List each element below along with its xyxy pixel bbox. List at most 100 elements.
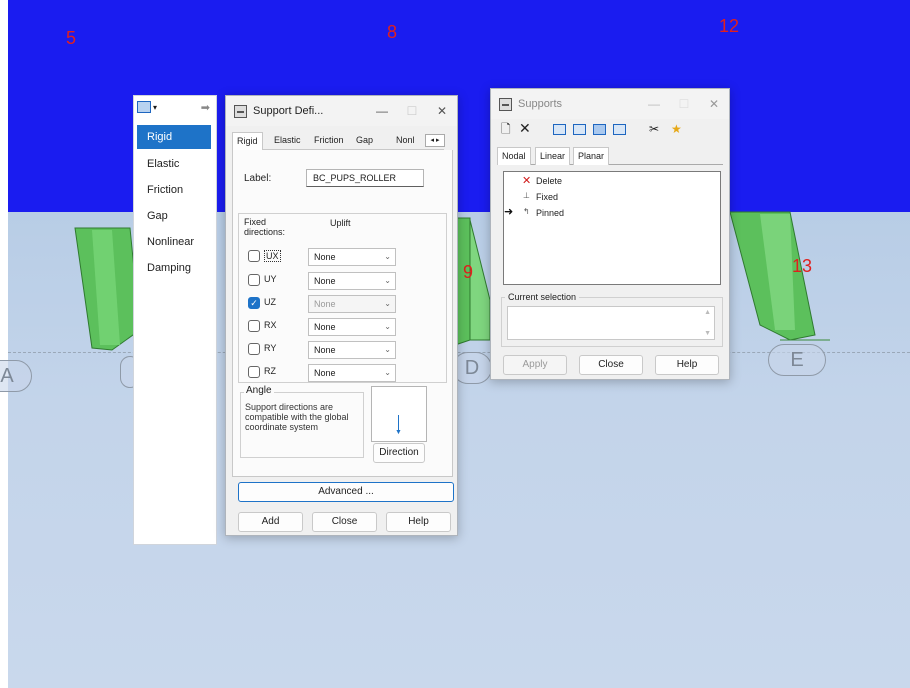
close-icon[interactable]: ✕: [699, 97, 729, 111]
tab-friction[interactable]: Friction: [310, 132, 348, 150]
node-number: 12: [719, 16, 740, 36]
grid-bubble-d: D: [452, 352, 492, 384]
scroll-up-icon[interactable]: ▲: [704, 309, 711, 316]
node-number: 13: [792, 256, 813, 276]
list-view-icon[interactable]: [593, 124, 606, 135]
scroll-down-icon[interactable]: ▼: [704, 330, 711, 337]
supports-list[interactable]: ✕ Delete ⊥ Fixed ➜ ↰ Pinned: [503, 171, 721, 285]
chevron-down-icon: ⌄: [384, 345, 391, 354]
direction-preview: ▼: [371, 386, 427, 442]
current-selection-field[interactable]: ▲ ▼: [507, 306, 715, 340]
support-type-panel: ▾ ➡ Rigid Elastic Friction Gap Nonlinear…: [133, 95, 217, 545]
current-selection-label: Current selection: [505, 292, 580, 302]
menu-item-elastic[interactable]: Elastic: [137, 152, 211, 176]
tab-elastic[interactable]: Elastic: [270, 132, 305, 150]
advanced-button[interactable]: Advanced ...: [238, 482, 454, 502]
label-field[interactable]: BC_PUPS_ROLLER: [306, 169, 424, 187]
tab-scroll-arrows[interactable]: ◂ ▸: [425, 134, 445, 147]
titlebar[interactable]: Support Defi... — ☐ ✕: [226, 96, 457, 126]
angle-description: Support directions are compatible with t…: [245, 402, 349, 432]
grid-bubble-a: A: [0, 360, 32, 392]
large-icons-icon[interactable]: [553, 124, 566, 135]
support-type-icon[interactable]: [137, 101, 151, 113]
uy-uplift-select[interactable]: None ⌄: [308, 272, 396, 290]
add-button[interactable]: Add: [238, 512, 303, 532]
ry-uplift-value: None: [314, 345, 336, 355]
chevron-down-icon: ⌄: [384, 299, 391, 308]
rz-checkbox[interactable]: [248, 366, 260, 378]
ux-label: UX: [264, 250, 281, 262]
list-item-fixed[interactable]: Fixed: [536, 192, 558, 202]
arrow-right-icon[interactable]: ➡: [201, 101, 210, 114]
dropdown-arrow-icon[interactable]: ▾: [153, 103, 157, 112]
ry-label: RY: [264, 343, 277, 353]
rx-uplift-select[interactable]: None ⌄: [308, 318, 396, 336]
help-button[interactable]: Help: [655, 355, 719, 375]
new-document-icon[interactable]: 🗋: [501, 122, 511, 136]
list-item-pinned[interactable]: Pinned: [536, 208, 564, 218]
menu-item-rigid[interactable]: Rigid: [137, 125, 211, 149]
folder-icon[interactable]: ★: [671, 122, 682, 136]
maximize-button[interactable]: ☐: [397, 104, 427, 118]
rx-checkbox[interactable]: [248, 320, 260, 332]
delete-x-icon: ✕: [522, 175, 532, 187]
close-button[interactable]: Close: [312, 512, 377, 532]
tab-bar: Rigid Elastic Friction Gap Nonl ◂ ▸: [232, 132, 445, 150]
chevron-down-icon: ⌄: [384, 322, 391, 331]
small-icons-icon[interactable]: [573, 124, 586, 135]
chevron-down-icon: ⌄: [384, 276, 391, 285]
menu-item-damping[interactable]: Damping: [137, 256, 211, 280]
supports-window: Supports — ☐ ✕ 🗋 ✕ ✂ ★ Nodal Linear Plan…: [490, 88, 730, 380]
list-item-delete[interactable]: Delete: [536, 176, 562, 186]
fixed-support-icon: ⊥: [523, 191, 530, 200]
details-view-icon[interactable]: [613, 124, 626, 135]
app-icon: [499, 97, 512, 111]
node-number: 5: [66, 28, 77, 48]
minimize-button[interactable]: —: [367, 104, 397, 118]
tab-nodal[interactable]: Nodal: [497, 147, 531, 165]
node-number: 9: [463, 262, 474, 282]
arrow-head: ▼: [395, 429, 402, 436]
ux-uplift-value: None: [314, 252, 336, 262]
menu-item-nonlinear[interactable]: Nonlinear: [137, 230, 211, 254]
uy-uplift-value: None: [314, 276, 336, 286]
tab-nonlinear[interactable]: Nonl: [392, 132, 419, 150]
uz-checkbox[interactable]: ✓: [248, 297, 260, 309]
panel-toolbar: ▾ ➡: [134, 96, 216, 118]
maximize-button[interactable]: ☐: [669, 97, 699, 111]
menu-item-friction[interactable]: Friction: [137, 178, 211, 202]
uplift-label: Uplift: [330, 218, 351, 228]
ry-checkbox[interactable]: [248, 343, 260, 355]
direction-button[interactable]: Direction: [373, 443, 425, 463]
minimize-button[interactable]: —: [639, 97, 669, 111]
tab-planar[interactable]: Planar: [573, 147, 610, 165]
rz-label: RZ: [264, 366, 276, 376]
window-title: Supports: [518, 98, 563, 110]
close-icon[interactable]: ✕: [427, 104, 457, 118]
pinned-support-icon: ↰: [523, 207, 530, 216]
rz-uplift-value: None: [314, 368, 336, 378]
tab-gap[interactable]: Gap: [352, 132, 377, 150]
dialog-title: Support Defi...: [253, 105, 324, 117]
close-button[interactable]: Close: [579, 355, 643, 375]
uy-checkbox[interactable]: [248, 274, 260, 286]
uz-label: UZ: [264, 297, 276, 307]
help-button[interactable]: Help: [386, 512, 451, 532]
grid-bubble-e: E: [768, 344, 826, 376]
delete-icon[interactable]: ✕: [519, 121, 531, 135]
ry-uplift-select[interactable]: None ⌄: [308, 341, 396, 359]
rz-uplift-select[interactable]: None ⌄: [308, 364, 396, 382]
rx-label: RX: [264, 320, 277, 330]
support-definition-dialog: Support Defi... — ☐ ✕ Rigid Elastic Fric…: [225, 95, 458, 536]
apply-button: Apply: [503, 355, 567, 375]
titlebar[interactable]: Supports — ☐ ✕: [491, 89, 729, 119]
tab-rigid[interactable]: Rigid: [232, 132, 263, 150]
fixed-directions-label: Fixed directions:: [244, 217, 286, 237]
tab-linear[interactable]: Linear: [535, 147, 571, 165]
cut-icon[interactable]: ✂: [649, 122, 659, 136]
menu-item-gap[interactable]: Gap: [137, 204, 211, 228]
ux-uplift-select[interactable]: None ⌄: [308, 248, 396, 266]
ux-checkbox[interactable]: [248, 250, 260, 262]
app-icon: [234, 104, 247, 118]
node-number: 8: [387, 22, 398, 42]
